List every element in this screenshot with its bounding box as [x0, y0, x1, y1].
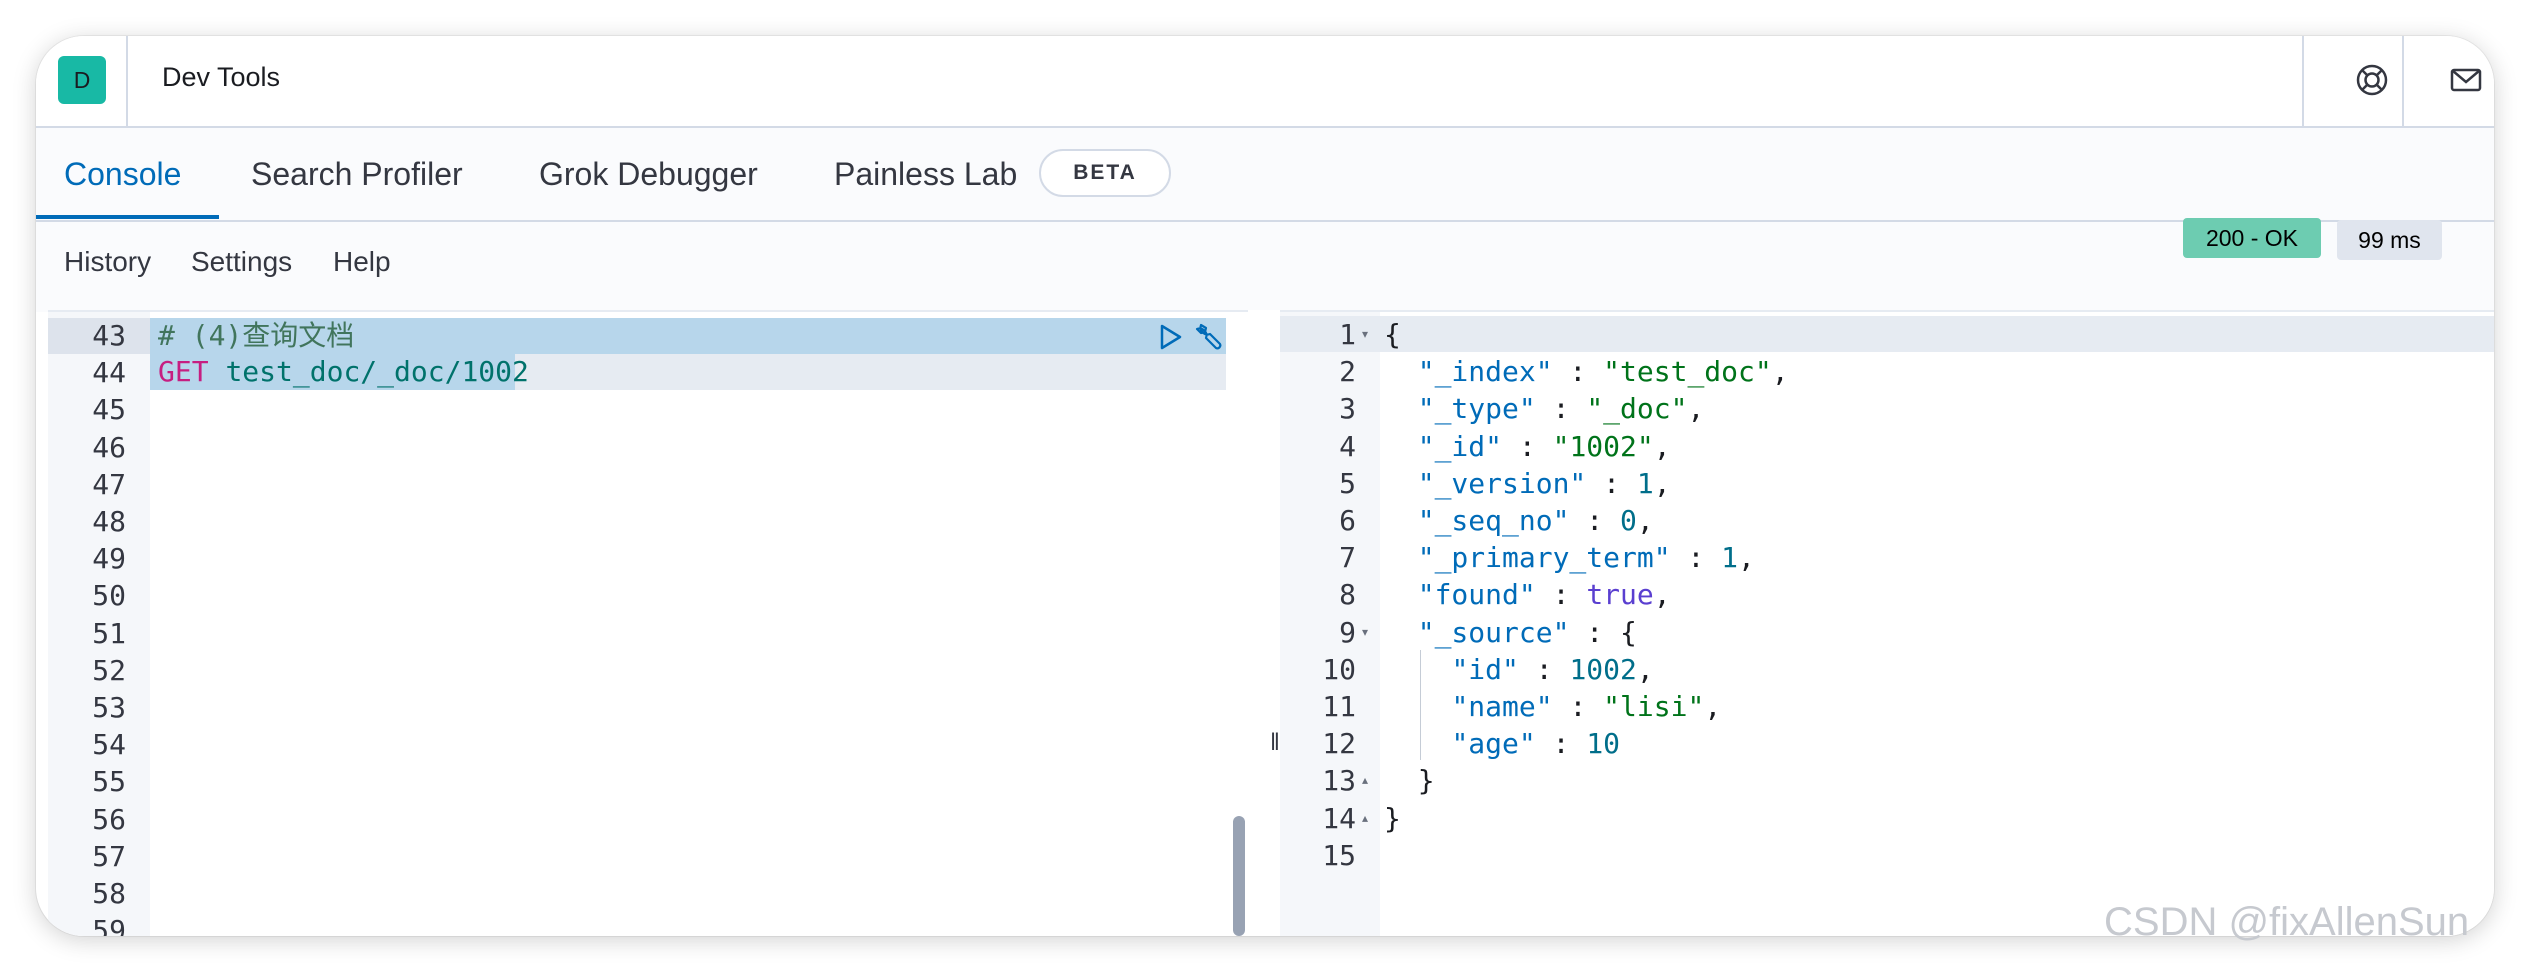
indent-guide [1420, 650, 1421, 760]
line-number: 11 [1322, 690, 1356, 723]
tab-search-profiler[interactable]: Search Profiler [251, 128, 463, 220]
line-number: 2 [1339, 355, 1356, 389]
line-number: 58 [92, 877, 126, 910]
tab-grok-debugger[interactable]: Grok Debugger [539, 128, 758, 220]
run-icon[interactable] [1155, 322, 1185, 352]
line-number: 10 [1322, 652, 1356, 686]
line-number: 49 [92, 542, 126, 576]
resize-handle-icon[interactable]: ‖ [1270, 730, 1280, 756]
line-number: 3 [1339, 392, 1356, 426]
line-number: 59 [92, 914, 126, 936]
tab-console[interactable]: Console [64, 128, 181, 220]
line-number: 51 [92, 616, 126, 650]
history-link[interactable]: History [64, 246, 151, 278]
fold-toggle-icon[interactable]: ▾ [1362, 316, 1368, 353]
fold-end-icon[interactable]: ▴ [1362, 800, 1368, 837]
help-link[interactable]: Help [333, 246, 391, 278]
line-number: 45 [92, 393, 126, 427]
wrench-icon[interactable] [1193, 320, 1227, 354]
request-scrollbar[interactable] [1233, 816, 1245, 936]
request-comment: # (4)查询文档 [158, 319, 355, 352]
request-url: test_doc/_doc/1002 [225, 355, 529, 388]
mail-icon[interactable] [2446, 60, 2486, 100]
response-line: "_id" : "1002", [1417, 429, 1671, 463]
response-line: "_type" : "_doc", [1417, 392, 1705, 426]
line-number: 53 [92, 691, 126, 724]
header-divider [126, 36, 128, 126]
line-number: 48 [92, 505, 126, 538]
dev-tools-window: D Dev Tools Console Search Profiler Grok… [36, 36, 2494, 936]
request-line: GET test_doc/_doc/1002 [158, 353, 529, 390]
response-line: "_seq_no" : 0, [1417, 504, 1654, 537]
line-number: 44 [92, 356, 126, 390]
line-number: 5 [1339, 466, 1356, 500]
response-line: "found" : true, [1417, 578, 1671, 612]
tab-bar: Console Search Profiler Grok Debugger Pa… [36, 128, 2494, 222]
line-number: 46 [92, 430, 126, 464]
watermark: CSDN @fixAllenSun [2104, 900, 2470, 944]
app-avatar[interactable]: D [58, 56, 106, 104]
console-toolbar: History Settings Help [36, 222, 2494, 312]
line-number: 6 [1339, 504, 1356, 537]
response-line: "id" : 1002, [1451, 652, 1654, 686]
response-line: "_version" : 1, [1417, 466, 1671, 500]
request-time-badge: 99 ms [2337, 220, 2442, 260]
status-badge: 200 - OK [2183, 218, 2321, 258]
fold-toggle-icon[interactable]: ▾ [1362, 614, 1368, 651]
line-number: 55 [92, 765, 126, 799]
response-viewer[interactable]: 1 ▾ 2 3 4 5 6 7 8 9 ▾ 10 11 12 13 ▴ 14 ▴ 15 { "_index" : "… [1280, 310, 2494, 936]
response-line: } [1384, 764, 1435, 798]
response-line: "_primary_term" : 1, [1417, 541, 1755, 575]
line-number: 1 [1339, 318, 1356, 351]
settings-link[interactable]: Settings [191, 246, 292, 278]
line-number: 50 [92, 579, 126, 613]
fold-end-icon[interactable]: ▴ [1362, 762, 1368, 799]
line-number: 4 [1339, 429, 1356, 463]
page-title: Dev Tools [162, 62, 281, 92]
header-divider [2402, 36, 2404, 126]
line-number: 43 [92, 319, 126, 352]
help-icon[interactable] [2352, 60, 2392, 100]
line-number: 56 [92, 802, 126, 836]
active-tab-indicator [36, 215, 219, 219]
line-number: 52 [92, 653, 126, 687]
line-number: 57 [92, 839, 126, 873]
line-number: 8 [1339, 578, 1356, 612]
response-line: "_index" : "test_doc", [1417, 355, 1789, 389]
app-header: D Dev Tools [36, 36, 2494, 128]
response-line: "_source" : { [1417, 615, 1637, 649]
beta-badge: BETA [1039, 149, 1171, 197]
line-number: 12 [1322, 727, 1356, 761]
request-editor[interactable]: 43 44 45 46 47 48 49 50 51 52 53 54 55 56 57 58 59 # (4)… [48, 310, 1248, 936]
line-number: 15 [1322, 838, 1356, 872]
line-number: 47 [92, 467, 126, 501]
line-number: 14 [1322, 801, 1356, 835]
request-method: GET [158, 355, 209, 388]
line-number: 9 [1339, 615, 1356, 649]
response-line: "name" : "lisi", [1451, 690, 1722, 723]
line-number: 54 [92, 728, 126, 762]
response-active-line [1280, 316, 2494, 352]
response-line: { [1384, 318, 1401, 351]
response-line: } [1384, 801, 1401, 835]
header-divider [2302, 36, 2304, 126]
line-number: 13 [1322, 764, 1356, 798]
line-number: 7 [1339, 541, 1356, 575]
tab-painless-lab[interactable]: Painless Lab [834, 128, 1017, 220]
